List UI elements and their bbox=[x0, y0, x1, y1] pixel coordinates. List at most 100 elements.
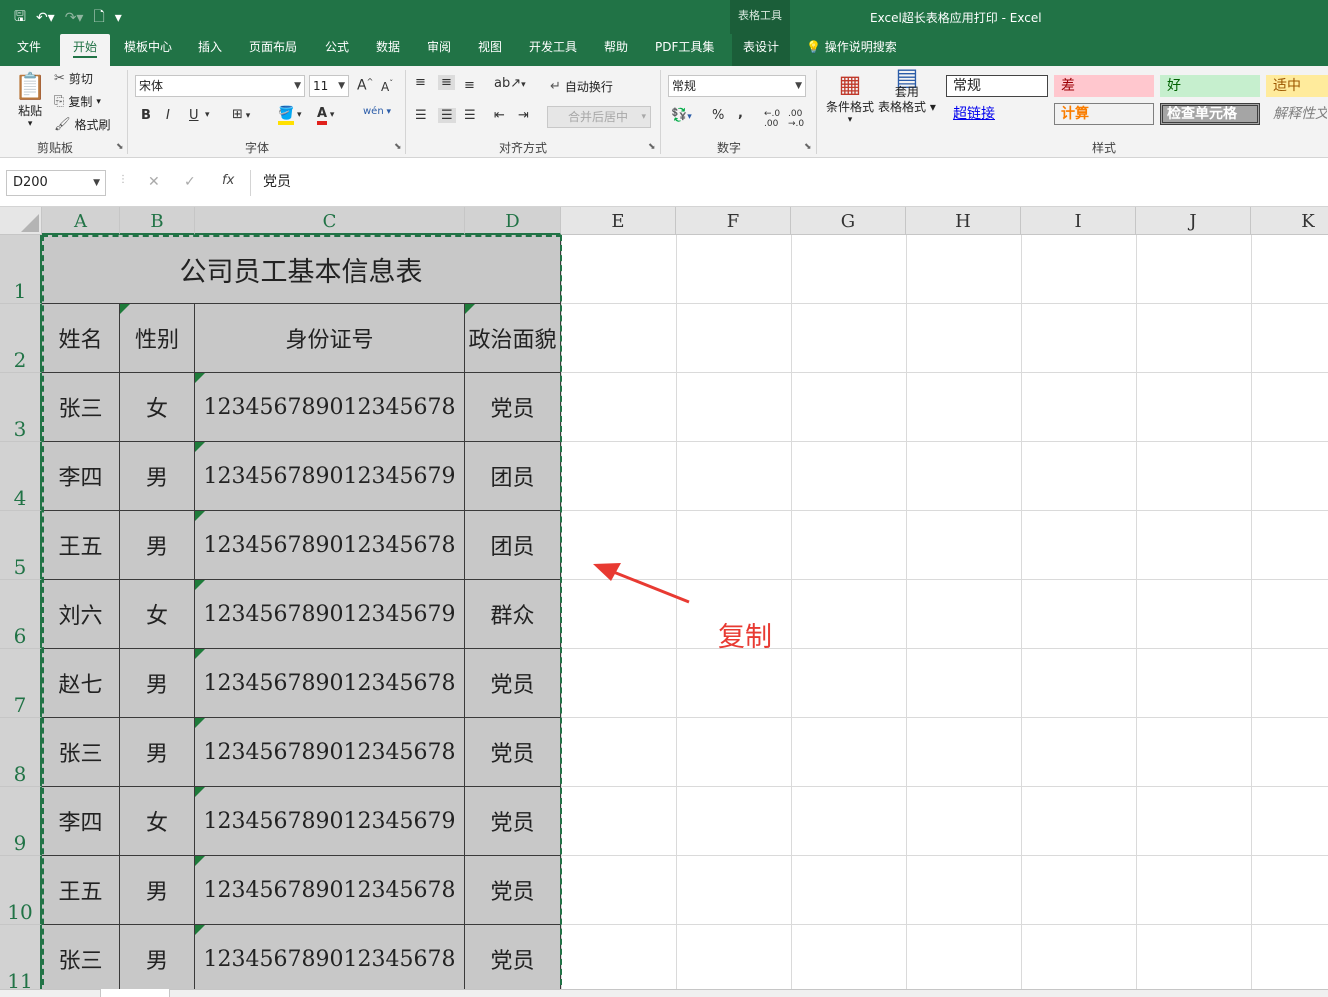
save-icon[interactable]: 🖫 bbox=[14, 6, 26, 30]
tab-home[interactable]: 开始 bbox=[60, 34, 110, 68]
table-cell[interactable]: 123456789012345678 bbox=[195, 511, 465, 580]
cell-style-explanatory[interactable]: 解释性文本 bbox=[1266, 103, 1328, 125]
table-cell[interactable]: 女 bbox=[120, 787, 195, 856]
table-cell[interactable]: 男 bbox=[120, 718, 195, 787]
format-painter-button[interactable]: 🖌 格式刷 bbox=[54, 116, 111, 133]
row-header-11[interactable]: 11 bbox=[0, 925, 42, 994]
table-cell[interactable]: 党员 bbox=[465, 925, 561, 994]
cancel-entry-button[interactable]: ✕ bbox=[148, 174, 160, 190]
tab-pdf-tools[interactable]: PDF工具集 bbox=[655, 34, 714, 68]
accounting-format-button[interactable]: 💱▾ bbox=[671, 108, 692, 123]
table-cell[interactable]: 党员 bbox=[465, 718, 561, 787]
bold-button[interactable]: B bbox=[141, 108, 151, 123]
column-header-k[interactable]: K bbox=[1251, 207, 1328, 235]
select-all-button[interactable] bbox=[0, 207, 42, 235]
table-cell[interactable]: 男 bbox=[120, 856, 195, 925]
table-cell[interactable]: 刘六 bbox=[42, 580, 120, 649]
table-cell[interactable]: 123456789012345678 bbox=[195, 856, 465, 925]
align-middle-button[interactable]: ≡ bbox=[438, 75, 455, 90]
table-cell[interactable]: 女 bbox=[120, 580, 195, 649]
paste-button[interactable]: 📋 粘贴 ▾ bbox=[14, 72, 46, 129]
table-cell[interactable]: 123456789012345678 bbox=[195, 373, 465, 442]
font-name-select[interactable]: 宋体 ▼ bbox=[135, 75, 305, 97]
table-cell[interactable]: 女 bbox=[120, 373, 195, 442]
header-cell[interactable]: 姓名 bbox=[42, 304, 120, 373]
table-cell[interactable]: 党员 bbox=[465, 856, 561, 925]
tab-templates[interactable]: 模板中心 bbox=[124, 34, 172, 68]
table-cell[interactable]: 团员 bbox=[465, 442, 561, 511]
underline-dropdown[interactable]: ▾ bbox=[205, 110, 210, 120]
table-cell[interactable]: 123456789012345679 bbox=[195, 580, 465, 649]
table-cell[interactable]: 党员 bbox=[465, 649, 561, 718]
row-header-6[interactable]: 6 bbox=[0, 580, 42, 649]
fill-color-button[interactable]: 🪣 ▾ bbox=[278, 106, 302, 125]
increase-indent-button[interactable]: ⇥ bbox=[518, 108, 529, 123]
orientation-button[interactable]: ab↗▾ bbox=[494, 76, 526, 91]
tab-view[interactable]: 视图 bbox=[478, 34, 502, 68]
column-header-c[interactable]: C bbox=[195, 207, 465, 235]
table-cell[interactable]: 党员 bbox=[465, 373, 561, 442]
number-launcher-icon[interactable]: ⬊ bbox=[804, 142, 812, 152]
align-right-button[interactable]: ☰ bbox=[464, 108, 476, 123]
align-top-button[interactable]: ≡ bbox=[415, 75, 426, 90]
print-preview-icon[interactable]: 🗋 bbox=[93, 6, 104, 30]
table-cell[interactable]: 李四 bbox=[42, 442, 120, 511]
cell-style-good[interactable]: 好 bbox=[1160, 75, 1260, 97]
table-cell[interactable]: 男 bbox=[120, 925, 195, 994]
row-header-1[interactable]: 1 bbox=[0, 235, 42, 304]
table-cell[interactable]: 团员 bbox=[465, 511, 561, 580]
customize-qat-button[interactable]: ▾ bbox=[115, 10, 122, 26]
formula-input[interactable]: 党员 bbox=[250, 170, 1328, 196]
percent-style-button[interactable]: % bbox=[712, 108, 724, 123]
copy-button[interactable]: ⎘ 复制 ▾ bbox=[54, 93, 101, 110]
alignment-launcher-icon[interactable]: ⬊ bbox=[648, 142, 656, 152]
grow-font-button[interactable]: A^ bbox=[357, 77, 373, 94]
italic-button[interactable]: I bbox=[166, 108, 170, 123]
align-center-button[interactable]: ☰ bbox=[438, 108, 456, 123]
decrease-decimal-button[interactable]: .00 →.0 bbox=[788, 109, 804, 129]
table-cell[interactable]: 男 bbox=[120, 442, 195, 511]
align-bottom-button[interactable]: ≡ bbox=[464, 78, 475, 93]
column-header-j[interactable]: J bbox=[1136, 207, 1251, 235]
undo-icon[interactable]: ↶▾ bbox=[36, 10, 55, 26]
header-cell[interactable]: 性别 bbox=[120, 304, 195, 373]
header-cell[interactable]: 政治面貌 bbox=[465, 304, 561, 373]
increase-decimal-button[interactable]: ←.0.00 bbox=[764, 109, 780, 129]
phonetic-button[interactable]: wén ▾ bbox=[363, 106, 391, 117]
row-header-3[interactable]: 3 bbox=[0, 373, 42, 442]
confirm-entry-button[interactable]: ✓ bbox=[184, 174, 196, 190]
row-header-8[interactable]: 8 bbox=[0, 718, 42, 787]
column-header-i[interactable]: I bbox=[1021, 207, 1136, 235]
sheet-title-cell[interactable]: 公司员工基本信息表 bbox=[42, 235, 561, 304]
tab-data[interactable]: 数据 bbox=[376, 34, 400, 68]
font-color-button[interactable]: A ▾ bbox=[317, 106, 334, 125]
table-cell[interactable]: 123456789012345679 bbox=[195, 442, 465, 511]
decrease-indent-button[interactable]: ⇤ bbox=[494, 108, 505, 123]
table-cell[interactable]: 王五 bbox=[42, 511, 120, 580]
tab-page-layout[interactable]: 页面布局 bbox=[249, 34, 297, 68]
merge-center-button[interactable]: 合并后居中 ▾ bbox=[547, 106, 651, 128]
table-cell[interactable]: 男 bbox=[120, 511, 195, 580]
tab-file[interactable]: 文件 bbox=[17, 34, 41, 68]
worksheet-grid[interactable]: ABCDEFGHIJK 1 2 3 4 5 6 7 8 9 10 11 公司员工基本信息表 姓名 性别 身… bbox=[0, 207, 1328, 997]
clipboard-launcher-icon[interactable]: ⬊ bbox=[116, 142, 124, 152]
insert-function-button[interactable]: fx bbox=[222, 173, 234, 188]
table-cell[interactable]: 男 bbox=[120, 649, 195, 718]
align-left-button[interactable]: ☰ bbox=[415, 108, 427, 123]
tab-review[interactable]: 审阅 bbox=[427, 34, 451, 68]
conditional-formatting-button[interactable]: ▦ 条件格式 ▾ bbox=[826, 70, 874, 125]
comma-style-button[interactable]: , bbox=[738, 106, 743, 121]
tab-developer[interactable]: 开发工具 bbox=[529, 34, 577, 68]
row-header-2[interactable]: 2 bbox=[0, 304, 42, 373]
column-header-f[interactable]: F bbox=[676, 207, 791, 235]
header-cell[interactable]: 身份证号 bbox=[195, 304, 465, 373]
cell-style-bad[interactable]: 差 bbox=[1054, 75, 1154, 97]
table-cell[interactable]: 张三 bbox=[42, 373, 120, 442]
table-cell[interactable]: 张三 bbox=[42, 925, 120, 994]
sheet-tab[interactable] bbox=[100, 989, 170, 997]
redo-icon[interactable]: ↷▾ bbox=[65, 10, 84, 26]
table-cell[interactable]: 123456789012345679 bbox=[195, 787, 465, 856]
row-header-9[interactable]: 9 bbox=[0, 787, 42, 856]
column-header-h[interactable]: H bbox=[906, 207, 1021, 235]
column-header-a[interactable]: A bbox=[42, 207, 120, 235]
